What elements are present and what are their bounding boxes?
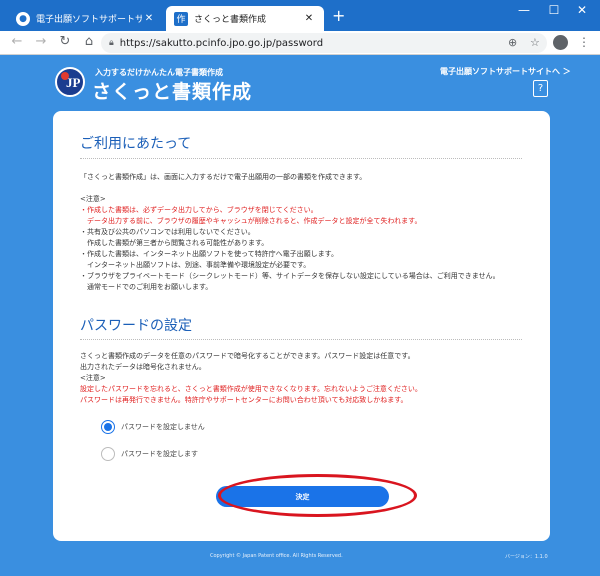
footer-copyright: Copyright © Japan Patent office. All Rig…: [210, 553, 343, 559]
tab-title: 電子出願ソフトサポートサイト さく: [36, 12, 142, 25]
password-warning: 設定したパスワードを忘れると、さくっと書類作成が使用できなくなります。忘れないよ…: [80, 384, 422, 394]
note-line: ・作成した書類は、インターネット出願ソフトを使って特許庁へ電子出願します。: [80, 249, 338, 259]
reload-icon[interactable]: ↻: [56, 34, 74, 50]
browser-tab-support[interactable]: ● 電子出願ソフトサポートサイト さく ✕: [8, 6, 164, 31]
more-menu-icon[interactable]: ⋮: [578, 35, 590, 49]
zoom-icon[interactable]: ⊕: [508, 36, 517, 49]
note-line: ・作成した書類は、必ずデータ出力してから、ブラウザを閉じてください。: [80, 205, 318, 215]
password-description: 出力されたデータは暗号化されません。: [80, 362, 206, 372]
tab-title: さくっと書類作成: [194, 12, 302, 25]
support-site-link[interactable]: 電子出願ソフトサポートサイトへ ＞: [440, 66, 571, 77]
logo-text: JP: [66, 75, 80, 91]
url-text: https://sakutto.pcinfo.jpo.go.jp/passwor…: [120, 38, 323, 49]
password-section-title: パスワードの設定: [80, 315, 192, 335]
back-arrow-icon[interactable]: ←: [8, 34, 26, 50]
usage-section-title: ご利用にあたって: [80, 133, 191, 153]
notes-label: <注意>: [80, 194, 106, 204]
radio-label: パスワードを設定しません: [121, 422, 205, 432]
radio-set-password[interactable]: パスワードを設定します: [101, 447, 198, 461]
lock-icon: 🔒︎: [109, 38, 114, 48]
minimize-icon[interactable]: —: [512, 3, 536, 17]
password-warning: パスワードは再発行できません。特許庁やサポートセンターにお問い合わせ頂いても対応…: [80, 395, 408, 405]
radio-button[interactable]: [101, 447, 115, 461]
browser-titlebar: ● 電子出願ソフトサポートサイト さく ✕ 作 さくっと書類作成 ✕ + — ☐…: [0, 0, 600, 31]
radio-label: パスワードを設定します: [121, 449, 198, 459]
bookmark-star-icon[interactable]: ☆: [530, 36, 540, 49]
note-line: インターネット出願ソフトは、別途、事前準備や環境設定が必要です。: [80, 260, 310, 270]
window-close-icon[interactable]: ✕: [570, 3, 594, 17]
forward-arrow-icon[interactable]: →: [32, 34, 50, 50]
divider: [80, 158, 522, 159]
home-icon[interactable]: ⌂: [80, 34, 98, 50]
note-line: データ出力する前に、ブラウザの履歴やキャッシュが削除されると、作成データと設定が…: [80, 216, 421, 226]
address-bar[interactable]: 🔒︎ https://sakutto.pcinfo.jpo.go.jp/pass…: [101, 33, 547, 53]
help-icon[interactable]: ?: [533, 80, 548, 97]
close-icon[interactable]: ✕: [302, 13, 316, 24]
note-line: ・ブラウザをプライベートモード（シークレットモード）等、サイトデータを保存しない…: [80, 271, 500, 281]
usage-intro: 「さくっと書類作成」は、画面に入力するだけで電子出願用の一部の書類を作成できます…: [80, 172, 366, 182]
divider: [80, 339, 522, 340]
browser-toolbar: ← → ↻ ⌂ 🔒︎ https://sakutto.pcinfo.jpo.go…: [0, 31, 600, 55]
highlight-annotation: [218, 474, 417, 517]
tab-favicon-icon: 作: [174, 12, 188, 26]
radio-no-password[interactable]: パスワードを設定しません: [101, 420, 205, 434]
person-favicon-icon: ●: [16, 12, 30, 26]
logo-title: さくっと書類作成: [92, 77, 252, 104]
browser-tab-sakutto[interactable]: 作 さくっと書類作成 ✕: [166, 6, 324, 31]
account-avatar-icon[interactable]: [553, 35, 568, 50]
jpo-logo-icon: JP: [55, 67, 85, 97]
password-description: さくっと書類作成のデータを任意のパスワードで暗号化することができます。パスワード…: [80, 351, 415, 361]
new-tab-icon[interactable]: +: [332, 8, 345, 24]
radio-button[interactable]: [101, 420, 115, 434]
note-line: 作成した書類が第三者から閲覧される可能性があります。: [80, 238, 268, 248]
note-line: ・共有及び公共のパソコンでは利用しないでください。: [80, 227, 255, 237]
note-line: 通常モードでのご利用をお願いします。: [80, 282, 212, 292]
maximize-icon[interactable]: ☐: [542, 3, 566, 17]
footer-version: バージョン：1.1.0: [505, 553, 548, 560]
notes-label: <注意>: [80, 373, 106, 383]
close-icon[interactable]: ✕: [142, 13, 156, 24]
